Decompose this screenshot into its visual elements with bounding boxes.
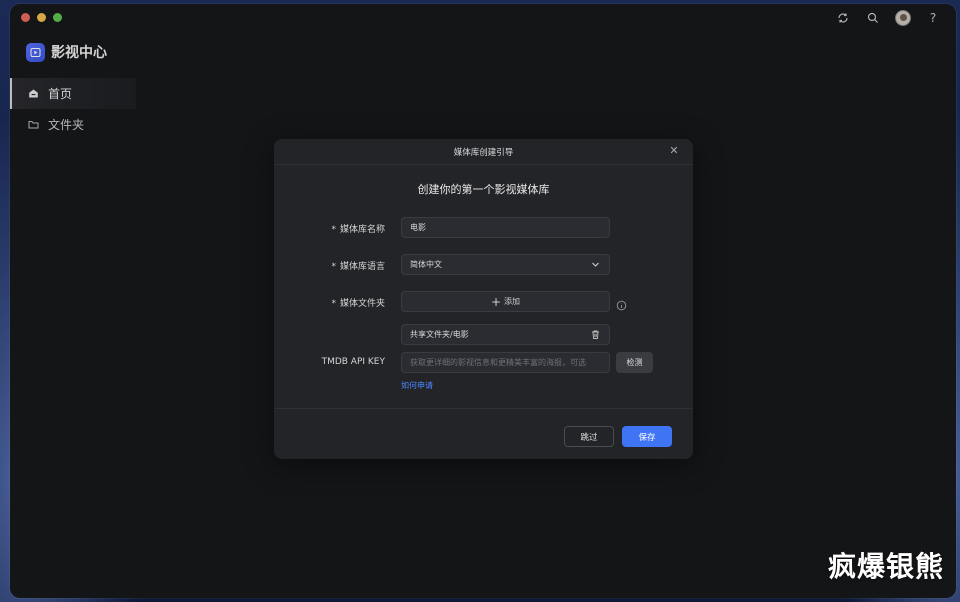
check-key-button[interactable]: 检测 <box>616 352 653 373</box>
dialog-heading: 创建你的第一个影视媒体库 <box>417 183 550 196</box>
library-name-input[interactable]: 电影 <box>401 217 610 238</box>
close-icon[interactable]: ✕ <box>668 145 680 157</box>
dialog-footer: 跳过 保存 <box>274 408 693 459</box>
watermark-text: 疯爆银熊 <box>827 550 944 583</box>
add-folder-button[interactable]: + 添加 <box>401 291 610 312</box>
tmdb-key-input[interactable]: 获取更详细的影视信息和更精美丰富的海报，可选 <box>401 352 610 373</box>
dialog-title: 媒体库创建引导 <box>453 147 514 158</box>
library-language-select[interactable]: 简体中文 <box>401 254 610 275</box>
trash-icon[interactable] <box>590 329 601 340</box>
required-mark: * <box>331 262 336 272</box>
tmdb-key-label: TMDB API KEY <box>321 357 385 367</box>
skip-button[interactable]: 跳过 <box>564 426 614 447</box>
app-window: ? 影视中心 首页 文件夹 媒体库创建引导 ✕ 创建你的第一个影视媒体库 * 媒… <box>10 4 956 598</box>
library-setup-dialog: 媒体库创建引导 ✕ 创建你的第一个影视媒体库 * 媒体库名称 电影 * 媒体库语言 … <box>274 139 693 459</box>
save-button[interactable]: 保存 <box>622 426 672 447</box>
library-name-label: * 媒体库名称 <box>331 225 385 235</box>
required-mark: * <box>331 299 336 309</box>
library-folder-label: * 媒体文件夹 <box>331 299 385 309</box>
library-language-label: * 媒体库语言 <box>331 262 385 272</box>
folder-path-item: 共享文件夹/电影 <box>401 324 610 345</box>
dialog-header: 媒体库创建引导 ✕ <box>274 139 693 165</box>
plus-icon: + <box>490 294 502 309</box>
info-icon[interactable] <box>616 296 627 311</box>
chevron-down-icon <box>590 259 601 270</box>
how-to-apply-link[interactable]: 如何申请 <box>401 380 433 391</box>
required-mark: * <box>331 225 336 235</box>
